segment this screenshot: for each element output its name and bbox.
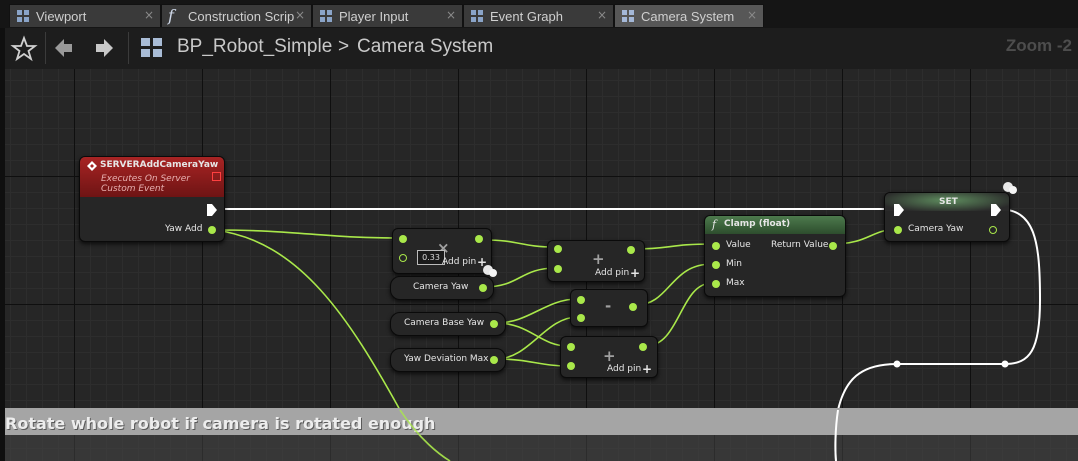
variable-label: Camera Base Yaw — [404, 318, 485, 328]
pin-output[interactable] — [475, 235, 483, 243]
pin-output[interactable] — [627, 246, 635, 254]
add-pin-label[interactable]: Add pin — [595, 268, 629, 278]
pin-min[interactable] — [712, 261, 720, 269]
pin-input-b[interactable] — [577, 314, 585, 322]
pin-input-a[interactable] — [567, 343, 575, 351]
pin-output[interactable] — [639, 343, 647, 351]
wire-devmax-to-add2 — [495, 358, 569, 367]
comment-bubble-icon — [1003, 182, 1017, 194]
pin-input-a[interactable] — [577, 296, 585, 304]
comment-text: Rotate whole robot if camera is rotated … — [5, 414, 436, 433]
pin-camera-yaw-input[interactable] — [894, 226, 902, 234]
node-set-camera-yaw[interactable]: SET Camera Yaw — [884, 192, 1010, 242]
pin-label-value: Value — [726, 240, 751, 250]
add-pin-plus-icon[interactable]: + — [630, 266, 640, 280]
pin-input-b[interactable] — [399, 254, 407, 262]
replication-icon — [212, 172, 221, 181]
node-add-1[interactable]: + Add pin + — [547, 240, 645, 282]
event-icon — [87, 161, 97, 171]
node-clamp-float[interactable]: f Clamp (float) Value Min Max Return Val… — [704, 215, 846, 297]
node-server-add-camera-yaw[interactable]: SERVERAddCameraYaw Executes On Server Cu… — [79, 156, 225, 242]
pin-label-camera-yaw: Camera Yaw — [908, 224, 964, 234]
reroute-node — [893, 360, 901, 368]
comment-box-header[interactable]: Rotate whole robot if camera is rotated … — [5, 408, 1078, 435]
pin-label-max: Max — [726, 278, 745, 288]
node-title: SERVERAddCameraYaw — [100, 160, 219, 170]
variable-label: Camera Yaw — [413, 282, 469, 292]
pin-input-a[interactable] — [399, 235, 407, 243]
add-operator: + — [592, 250, 605, 268]
add-pin-label[interactable]: Add pin — [607, 364, 641, 374]
wire-add1-to-clamp — [633, 243, 713, 250]
add-pin-label[interactable]: Add pin — [442, 257, 476, 267]
add-operator: + — [603, 347, 616, 365]
pin-input-b[interactable] — [567, 362, 575, 370]
pin-input-a[interactable] — [554, 245, 562, 253]
pin-output[interactable] — [490, 320, 498, 328]
add-pin-plus-icon[interactable]: + — [642, 362, 652, 376]
blueprint-editor: Viewport × f Construction Scrip × Player… — [0, 0, 1078, 461]
exec-out-pin[interactable] — [207, 204, 217, 216]
function-icon: f — [712, 218, 717, 231]
exec-out-pin[interactable] — [991, 204, 1001, 216]
pin-output[interactable] — [629, 303, 637, 311]
pin-output[interactable] — [479, 284, 487, 292]
comment-box-body — [5, 435, 1078, 461]
value-input[interactable]: 0.33 — [417, 250, 445, 265]
wire-multiply-to-add1 — [483, 239, 557, 248]
pin-label-return-value: Return Value — [771, 240, 829, 250]
pin-return-value[interactable] — [829, 242, 837, 250]
variable-label: Yaw Deviation Max — [404, 354, 489, 364]
node-title: SET — [939, 197, 958, 207]
pin-input-b[interactable] — [554, 265, 562, 273]
node-subtitle: Custom Event — [101, 184, 165, 194]
node-get-camera-yaw[interactable]: Camera Yaw — [390, 276, 494, 300]
node-get-yaw-deviation-max[interactable]: Yaw Deviation Max — [390, 348, 506, 372]
node-subtitle: Executes On Server — [101, 174, 190, 184]
node-subtract[interactable]: - — [570, 289, 648, 327]
pin-value[interactable] — [712, 242, 720, 250]
pin-yaw-add[interactable] — [208, 226, 216, 234]
reroute-node — [1001, 360, 1009, 368]
pin-output[interactable] — [490, 356, 498, 364]
subtract-operator: - — [605, 297, 612, 315]
pin-label-min: Min — [726, 259, 742, 269]
node-add-2[interactable]: + Add pin + — [560, 336, 658, 378]
node-get-camera-base-yaw[interactable]: Camera Base Yaw — [390, 312, 506, 336]
exec-in-pin[interactable] — [894, 204, 904, 216]
node-multiply[interactable]: × 0.33 Add pin + — [392, 228, 492, 274]
pin-camera-yaw-output[interactable] — [989, 226, 997, 234]
pin-label-yaw-add: Yaw Add — [165, 224, 203, 234]
node-title: Clamp (float) — [724, 219, 791, 229]
pin-max[interactable] — [712, 280, 720, 288]
